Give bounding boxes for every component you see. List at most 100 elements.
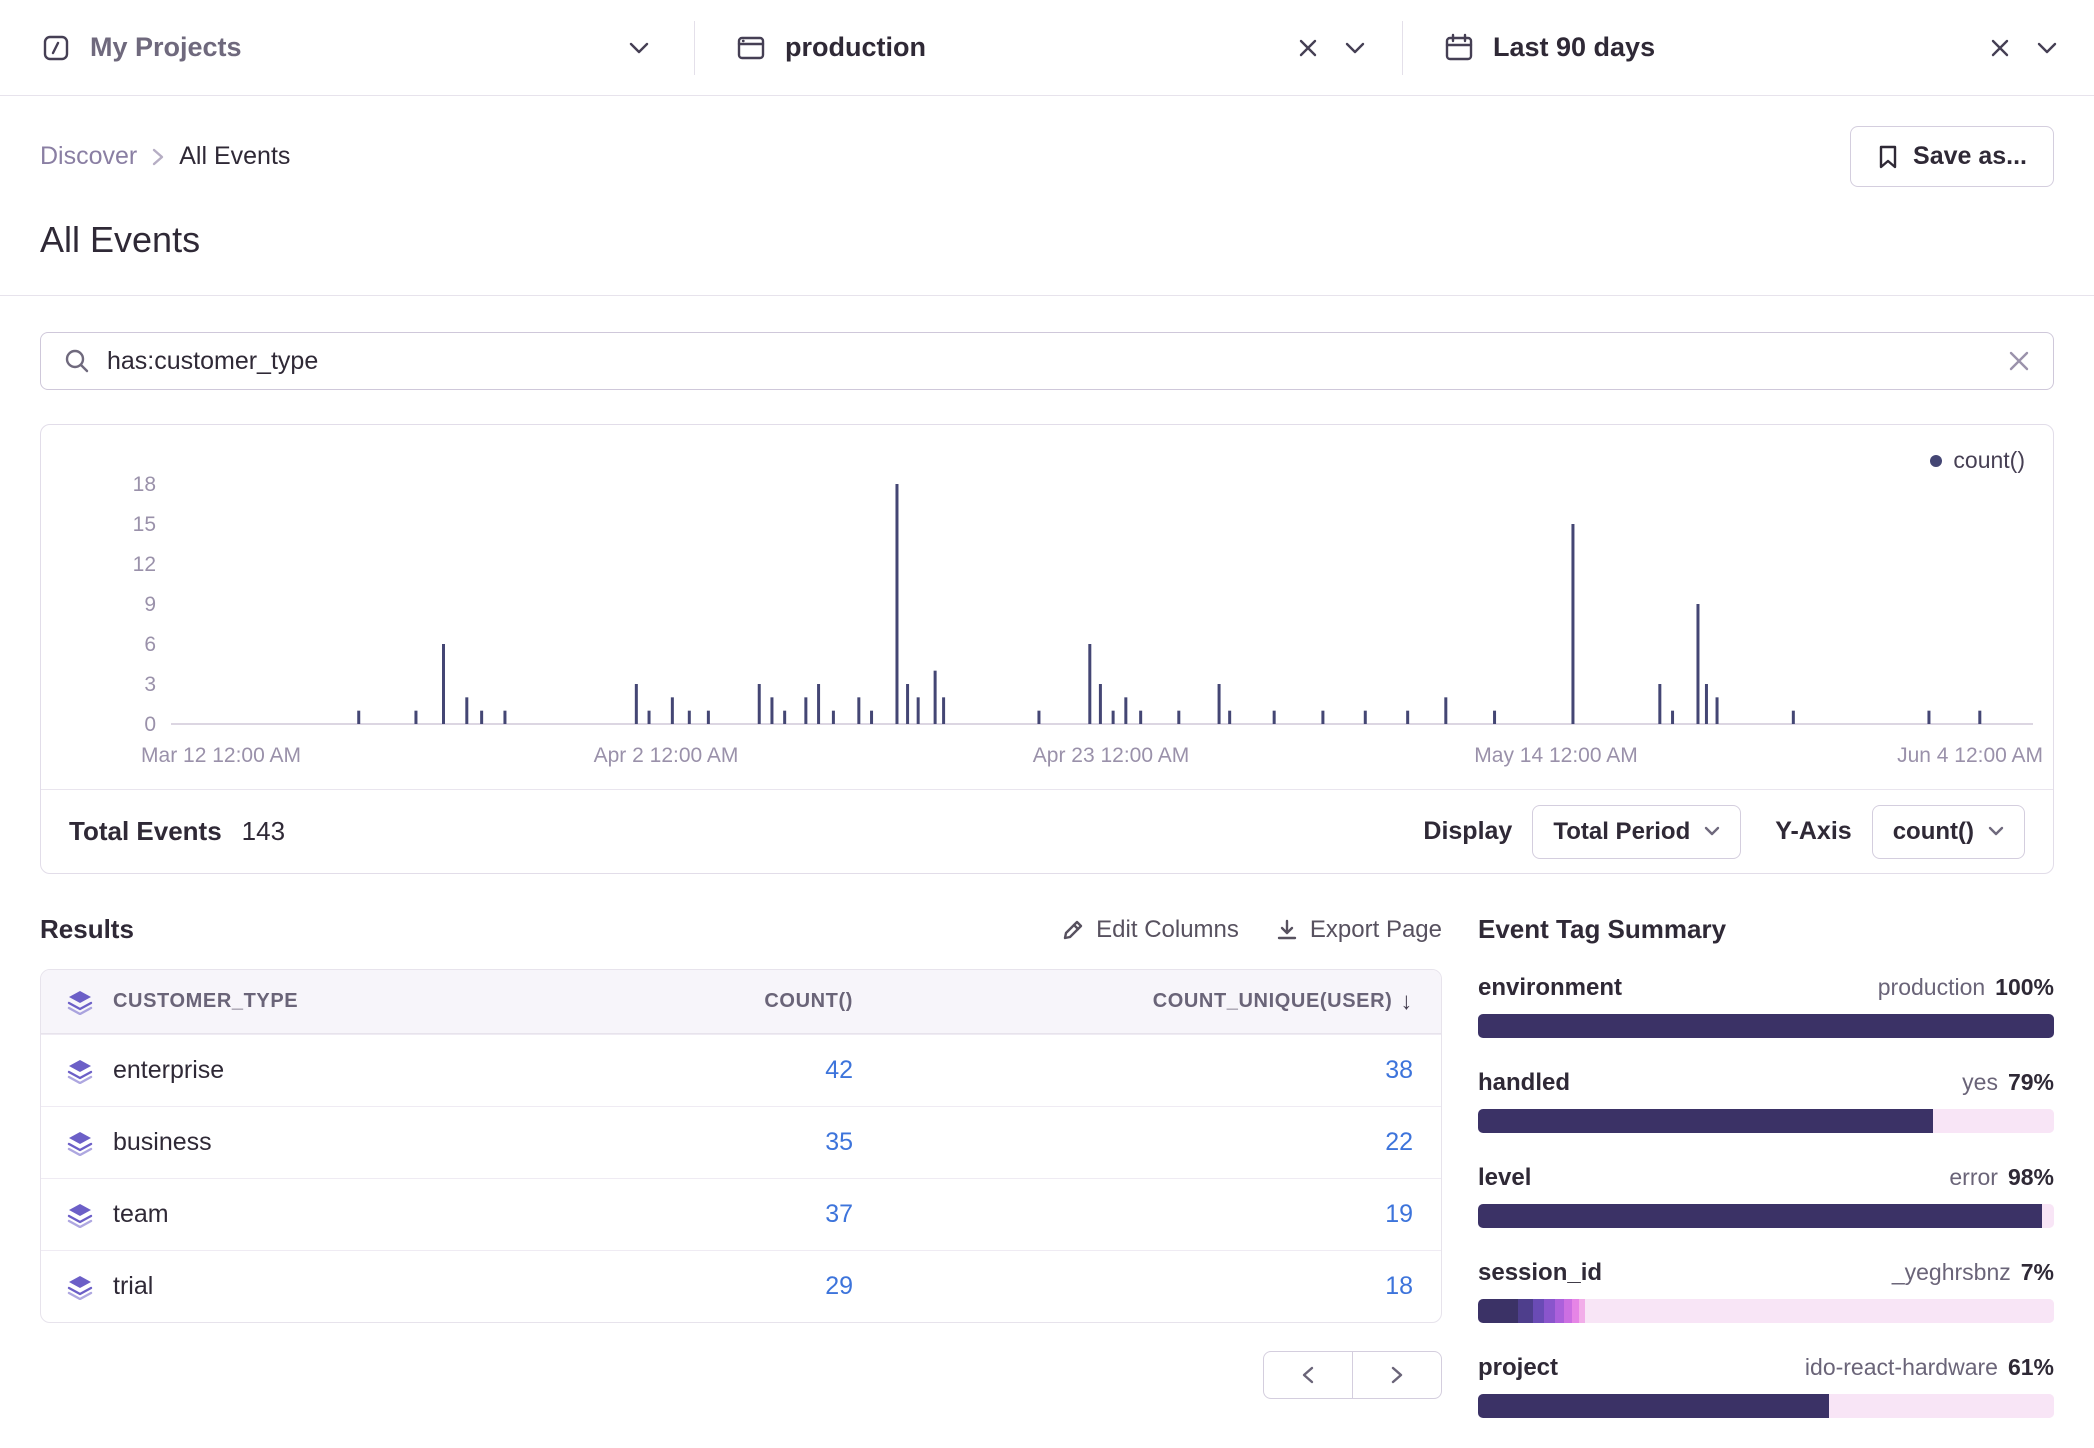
customer-type-value: team — [113, 1200, 169, 1229]
environment-selector[interactable]: production — [695, 0, 1402, 95]
tag-top-value: error — [1949, 1164, 1998, 1190]
svg-text:9: 9 — [144, 593, 156, 616]
tag-top-pct: 98% — [2008, 1164, 2054, 1190]
daterange-selector[interactable]: Last 90 days — [1403, 0, 2094, 95]
tag-top-value: yes — [1962, 1069, 1998, 1095]
project-selector-label: My Projects — [90, 32, 242, 63]
svg-text:6: 6 — [144, 633, 156, 656]
tag-distribution-bar[interactable] — [1478, 1394, 2054, 1418]
chevron-right-icon — [151, 147, 165, 167]
count-unique-link[interactable]: 38 — [1385, 1056, 1413, 1084]
environment-selector-label: production — [785, 32, 926, 63]
pagination-next-button[interactable] — [1352, 1351, 1442, 1399]
clear-search-icon[interactable] — [2007, 349, 2031, 373]
results-section: Results Edit Columns Export Page — [40, 914, 1442, 1399]
stack-icon — [67, 1130, 93, 1156]
table-row[interactable]: trial 29 18 — [41, 1250, 1441, 1322]
tag-distribution-bar[interactable] — [1478, 1109, 2054, 1133]
tag-top-value: _yeghrsbnz — [1892, 1259, 2011, 1285]
table-row[interactable]: business 35 22 — [41, 1106, 1441, 1178]
close-icon[interactable] — [1298, 38, 1318, 58]
svg-text:0: 0 — [144, 713, 156, 736]
projects-icon — [40, 32, 72, 64]
tag-top-pct: 61% — [2008, 1354, 2054, 1380]
tag-block-handled: handled yes 79% — [1478, 1068, 2054, 1133]
export-page-button[interactable]: Export Page — [1275, 916, 1442, 944]
chevron-down-icon[interactable] — [2036, 41, 2058, 55]
project-selector[interactable]: My Projects — [0, 0, 694, 95]
pencil-icon — [1061, 918, 1085, 942]
tag-name: handled — [1478, 1069, 1570, 1097]
search-icon — [63, 347, 91, 375]
table-header-row: CUSTOMER_TYPE COUNT() COUNT_UNIQUE(USER)… — [41, 970, 1441, 1034]
tag-top-pct: 79% — [2008, 1069, 2054, 1095]
yaxis-label: Y-Axis — [1775, 817, 1851, 846]
count-link[interactable]: 35 — [825, 1128, 853, 1156]
total-events-value: 143 — [242, 816, 285, 847]
chart-legend[interactable]: count() — [1930, 447, 2025, 474]
tag-summary-title: Event Tag Summary — [1478, 914, 2054, 945]
count-link[interactable]: 29 — [825, 1272, 853, 1300]
count-link[interactable]: 42 — [825, 1056, 853, 1084]
events-chart-panel: count() 0369121518Mar 12 12:00 AMApr 2 1… — [40, 424, 2054, 874]
tag-name: level — [1478, 1164, 1531, 1192]
count-unique-link[interactable]: 18 — [1385, 1272, 1413, 1300]
column-customer-type[interactable]: CUSTOMER_TYPE — [41, 989, 581, 1015]
tag-top-value: ido-react-hardware — [1805, 1354, 1998, 1380]
tag-name: session_id — [1478, 1259, 1602, 1287]
edit-columns-button[interactable]: Edit Columns — [1061, 916, 1239, 944]
display-dropdown[interactable]: Total Period — [1532, 805, 1741, 859]
sort-desc-icon: ↓ — [1400, 988, 1413, 1016]
table-row[interactable]: enterprise 42 38 — [41, 1034, 1441, 1106]
total-events-label: Total Events — [69, 816, 222, 847]
tag-distribution-bar[interactable] — [1478, 1204, 2054, 1228]
tag-block-level: level error 98% — [1478, 1163, 2054, 1228]
customer-type-value: trial — [113, 1272, 153, 1301]
column-count-unique-user[interactable]: COUNT_UNIQUE(USER) ↓ — [881, 988, 1441, 1016]
chart-footer: Total Events 143 Display Total Period Y-… — [41, 789, 2053, 873]
yaxis-dropdown[interactable]: count() — [1872, 805, 2025, 859]
chevron-down-icon[interactable] — [1344, 41, 1366, 55]
tag-block-environment: environment production 100% — [1478, 973, 2054, 1038]
close-icon[interactable] — [1990, 38, 2010, 58]
breadcrumb-current: All Events — [179, 142, 290, 171]
svg-text:15: 15 — [133, 513, 156, 536]
chevron-down-icon — [1704, 826, 1720, 837]
stack-icon — [67, 1202, 93, 1228]
svg-text:Jun 4 12:00 AM: Jun 4 12:00 AM — [1897, 744, 2043, 767]
breadcrumb-discover[interactable]: Discover — [40, 142, 137, 171]
count-unique-link[interactable]: 22 — [1385, 1128, 1413, 1156]
tag-distribution-bar[interactable] — [1478, 1299, 2054, 1323]
column-count[interactable]: COUNT() — [581, 990, 881, 1013]
chevron-down-icon[interactable] — [628, 41, 650, 55]
count-unique-link[interactable]: 19 — [1385, 1200, 1413, 1228]
tag-name: project — [1478, 1354, 1558, 1382]
calendar-icon — [1443, 32, 1475, 64]
search-input[interactable] — [107, 347, 1991, 376]
breadcrumb: Discover All Events — [40, 142, 290, 171]
count-link[interactable]: 37 — [825, 1200, 853, 1228]
svg-text:Apr 23 12:00 AM: Apr 23 12:00 AM — [1033, 744, 1189, 767]
search-bar — [40, 332, 2054, 390]
legend-dot-icon — [1930, 455, 1942, 467]
chevron-down-icon — [1988, 826, 2004, 837]
results-title: Results — [40, 914, 134, 945]
tag-block-project: project ido-react-hardware 61% — [1478, 1353, 2054, 1418]
event-tag-summary: Event Tag Summary environment production… — [1478, 914, 2054, 1448]
pagination-prev-button[interactable] — [1263, 1351, 1353, 1399]
tag-distribution-bar[interactable] — [1478, 1014, 2054, 1038]
svg-text:Mar 12 12:00 AM: Mar 12 12:00 AM — [141, 744, 301, 767]
tag-top-value: production — [1878, 974, 1985, 1000]
svg-text:Apr 2 12:00 AM: Apr 2 12:00 AM — [594, 744, 739, 767]
stack-icon — [67, 1058, 93, 1084]
tag-top-pct: 100% — [1995, 974, 2054, 1000]
tag-name: environment — [1478, 974, 1622, 1002]
window-icon — [735, 32, 767, 64]
svg-text:May 14 12:00 AM: May 14 12:00 AM — [1474, 744, 1637, 767]
save-as-button[interactable]: Save as... — [1850, 126, 2054, 187]
table-row[interactable]: team 37 19 — [41, 1178, 1441, 1250]
download-icon — [1275, 918, 1299, 942]
stack-icon — [67, 989, 93, 1015]
svg-text:3: 3 — [144, 673, 156, 696]
svg-text:12: 12 — [133, 553, 156, 576]
